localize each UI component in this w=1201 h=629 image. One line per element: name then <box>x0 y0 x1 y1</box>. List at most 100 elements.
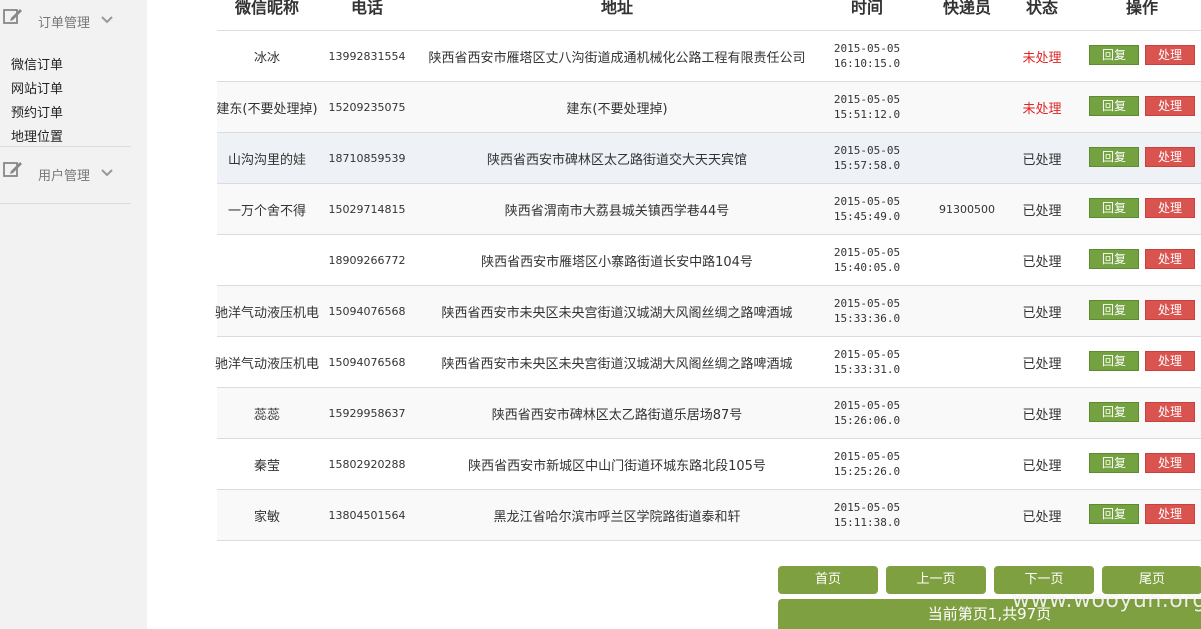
cell-phone: 13992831554 <box>328 49 406 63</box>
sidebar-group-label: 用户管理 <box>38 169 91 184</box>
cell-address: 陕西省西安市未央区未央宫街道汉城湖大风阁丝绸之路啤酒城 <box>441 305 793 321</box>
process-button[interactable]: 处理 <box>1145 45 1195 65</box>
header-time: 时间 <box>850 0 883 17</box>
chevron-down-icon[interactable] <box>101 15 113 25</box>
chevron-down-icon[interactable] <box>101 168 113 178</box>
sidebar-group-user-management[interactable]: 用户管理 <box>0 153 147 193</box>
status-badge: 已处理 <box>1022 509 1062 525</box>
cell-nickname: 家敏 <box>253 509 280 525</box>
edit-icon <box>3 9 22 24</box>
table-row: 家敏 13804501564 黑龙江省哈尔滨市呼兰区学院路街道泰和轩 2015-05-… <box>217 489 1201 540</box>
cell-phone: 18909266772 <box>328 253 406 267</box>
status-badge: 已处理 <box>1022 254 1062 270</box>
status-badge: 已处理 <box>1022 152 1062 168</box>
cell-nickname <box>217 235 317 285</box>
status-badge: 已处理 <box>1022 407 1062 423</box>
reply-button[interactable]: 回复 <box>1089 351 1139 371</box>
first-page-button[interactable]: 首页 <box>778 566 878 594</box>
process-button[interactable]: 处理 <box>1145 351 1195 371</box>
sidebar-divider <box>0 203 131 204</box>
sidebar-item-wechat-orders[interactable]: 微信订单 <box>11 54 63 73</box>
process-button[interactable]: 处理 <box>1145 300 1195 320</box>
cell-phone: 15029714815 <box>328 202 406 216</box>
process-button[interactable]: 处理 <box>1145 249 1195 269</box>
cell-clock-time: 15:45:49.0 <box>833 210 901 223</box>
cell-address: 陕西省西安市碑林区太乙路街道乐居场87号 <box>491 407 743 423</box>
cell-time: 2015-05-05 15:45:49.0 <box>817 184 917 234</box>
process-button[interactable]: 处理 <box>1145 147 1195 167</box>
reply-button[interactable]: 回复 <box>1089 453 1139 473</box>
cell-clock-time: 15:51:12.0 <box>833 108 901 121</box>
status-badge: 未处理 <box>1022 50 1062 66</box>
cell-address: 陕西省西安市新城区中山门街道环城东路北段105号 <box>468 458 766 474</box>
reply-button[interactable]: 回复 <box>1089 249 1139 269</box>
table-row: 18909266772 陕西省西安市雁塔区小寨路街道长安中路104号 2015-05… <box>217 234 1201 285</box>
cell-phone: 18710859539 <box>328 151 406 165</box>
table-row: 建东(不要处理掉) 15209235075 建东(不要处理掉) 2015-05-05 1… <box>216 81 1201 132</box>
cell-address: 陕西省西安市雁塔区小寨路街道长安中路104号 <box>481 254 753 270</box>
cell-phone: 15094076568 <box>328 304 406 318</box>
cell-time: 2015-05-05 15:33:31.0 <box>817 337 917 387</box>
process-button[interactable]: 处理 <box>1145 504 1195 524</box>
sidebar-divider <box>0 146 131 147</box>
cell-time: 2015-05-05 15:40:05.0 <box>817 235 917 285</box>
cell-time: 2015-05-05 15:11:38.0 <box>817 490 917 540</box>
watermark: www.wooyun.org <box>1012 588 1201 613</box>
cell-phone: 15929958637 <box>328 406 406 420</box>
cell-clock-time: 16:10:15.0 <box>833 57 901 70</box>
cell-date: 2015-05-05 <box>833 144 901 157</box>
cell-date: 2015-05-05 <box>833 450 901 463</box>
cell-address: 陕西省西安市未央区未央宫街道汉城湖大风阁丝绸之路啤酒城 <box>441 356 793 372</box>
process-button[interactable]: 处理 <box>1145 402 1195 422</box>
reply-button[interactable]: 回复 <box>1089 96 1139 116</box>
status-badge: 已处理 <box>1022 305 1062 321</box>
table-row: 一万个舍不得 15029714815 陕西省渭南市大荔县城关镇西学巷44号 2015-… <box>217 183 1201 234</box>
sidebar-item-geo-location[interactable]: 地理位置 <box>11 126 63 145</box>
table-row: 山沟沟里的娃 18710859539 陕西省西安市碑林区太乙路街道交大天天宾馆 201… <box>217 132 1201 183</box>
cell-nickname: 蕊蕊 <box>253 407 280 423</box>
cell-time: 2015-05-05 15:51:12.0 <box>817 82 917 132</box>
cell-date: 2015-05-05 <box>833 93 901 106</box>
prev-page-button[interactable]: 上一页 <box>886 566 986 594</box>
cell-date: 2015-05-05 <box>833 501 901 514</box>
cell-address: 陕西省西安市雁塔区丈八沟街道成通机械化公路工程有限责任公司 <box>428 50 806 66</box>
reply-button[interactable]: 回复 <box>1089 147 1139 167</box>
process-button[interactable]: 处理 <box>1145 453 1195 473</box>
status-badge: 未处理 <box>1022 101 1062 117</box>
cell-address: 陕西省西安市碑林区太乙路街道交大天天宾馆 <box>486 152 747 168</box>
process-button[interactable]: 处理 <box>1145 96 1195 116</box>
cell-clock-time: 15:57:58.0 <box>833 159 901 172</box>
cell-phone: 13804501564 <box>328 508 406 522</box>
cell-clock-time: 15:33:36.0 <box>833 312 901 325</box>
cell-nickname: 驰洋气动液压机电 <box>215 305 320 321</box>
reply-button[interactable]: 回复 <box>1089 504 1139 524</box>
cell-clock-time: 15:26:06.0 <box>833 414 901 427</box>
cell-nickname: 驰洋气动液压机电 <box>215 356 320 372</box>
reply-button[interactable]: 回复 <box>1089 45 1139 65</box>
edit-icon <box>3 162 22 177</box>
reply-button[interactable]: 回复 <box>1089 198 1139 218</box>
process-button[interactable]: 处理 <box>1145 198 1195 218</box>
sidebar-item-reservation-orders[interactable]: 预约订单 <box>11 102 63 121</box>
header-status: 状态 <box>1025 0 1058 17</box>
reply-button[interactable]: 回复 <box>1089 402 1139 422</box>
cell-nickname: 秦莹 <box>253 458 280 474</box>
reply-button[interactable]: 回复 <box>1089 300 1139 320</box>
sidebar-group-order-management[interactable]: 订单管理 <box>0 0 147 40</box>
table-row: 秦莹 15802920288 陕西省西安市新城区中山门街道环城东路北段105号 201… <box>217 438 1201 489</box>
sidebar-item-website-orders[interactable]: 网站订单 <box>11 78 63 97</box>
cell-nickname: 建东(不要处理掉) <box>216 101 318 117</box>
cell-time: 2015-05-05 15:26:06.0 <box>817 388 917 438</box>
cell-time: 2015-05-05 15:25:26.0 <box>817 439 917 489</box>
cell-date: 2015-05-05 <box>833 195 901 208</box>
cell-nickname: 冰冰 <box>253 50 280 66</box>
cell-address: 陕西省渭南市大荔县城关镇西学巷44号 <box>504 203 730 219</box>
cell-date: 2015-05-05 <box>833 42 901 55</box>
status-badge: 已处理 <box>1022 458 1062 474</box>
cell-clock-time: 15:33:31.0 <box>833 363 901 376</box>
header-actions: 操作 <box>1125 0 1158 17</box>
cell-time: 2015-05-05 15:57:58.0 <box>817 133 917 183</box>
cell-clock-time: 15:25:26.0 <box>833 465 901 478</box>
cell-phone: 15802920288 <box>328 457 406 471</box>
status-badge: 已处理 <box>1022 356 1062 372</box>
